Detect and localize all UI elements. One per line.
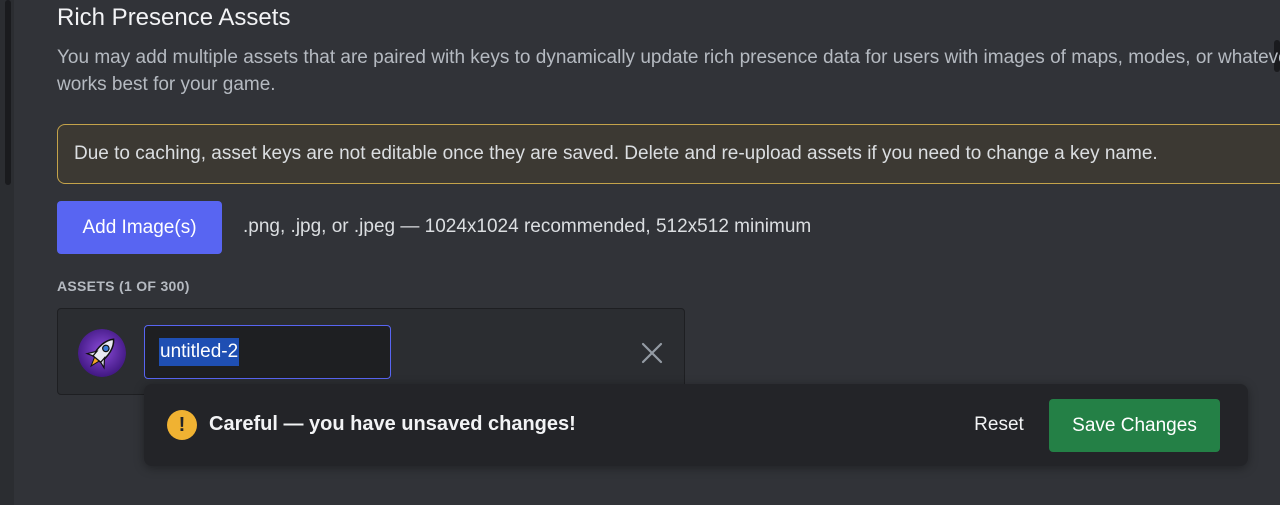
warning-text: Due to caching, asset keys are not edita… [74,143,1158,164]
exclamation-icon: ! [167,410,197,440]
unsaved-changes-message: Careful — you have unsaved changes! [209,413,576,435]
rocket-icon [78,329,126,377]
upload-hint: .png, .jpg, or .jpeg — 1024x1024 recomme… [243,216,812,237]
left-scrollbar-thumb[interactable] [5,0,11,185]
reset-button[interactable]: Reset [959,408,1039,442]
add-images-button[interactable]: Add Image(s) [57,201,222,254]
left-scrollbar[interactable] [0,0,14,505]
close-icon [641,342,663,364]
caching-warning-banner: Due to caching, asset keys are not edita… [57,124,1280,184]
asset-item: untitled-2 [57,308,685,395]
assets-count-label: ASSETS (1 OF 300) [57,278,190,294]
save-changes-button[interactable]: Save Changes [1049,399,1220,452]
rich-presence-assets-page: Rich Presence Assets You may add multipl… [0,0,1280,505]
section-description: You may add multiple assets that are pai… [57,47,1280,95]
section-title: Rich Presence Assets [57,4,291,31]
unsaved-changes-bar: ! Careful — you have unsaved changes! Re… [144,384,1248,466]
remove-asset-button[interactable] [638,339,666,367]
asset-key-input[interactable] [144,325,391,379]
